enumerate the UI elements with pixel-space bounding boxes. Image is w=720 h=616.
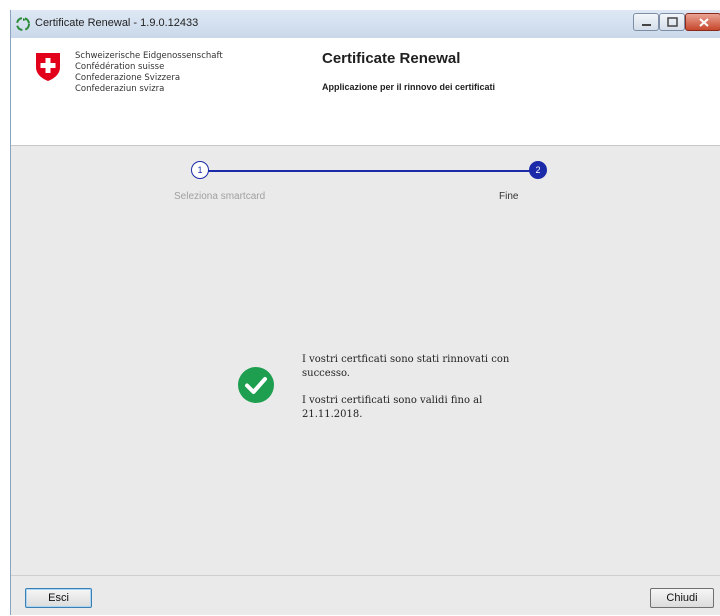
swiss-cross-icon (36, 53, 60, 81)
success-message: I vostri certficati sono stati rinnovati… (302, 354, 510, 379)
window-title: Certificate Renewal - 1.9.0.12433 (35, 17, 199, 29)
app-title: Certificate Renewal (322, 50, 461, 67)
close-window-button[interactable] (685, 13, 720, 31)
validity-message: I vostri certificati sono validi fino al… (302, 395, 483, 420)
close-icon (699, 18, 709, 27)
step-1-label: Seleziona smartcard (174, 191, 266, 202)
minimize-button[interactable] (633, 13, 659, 31)
result-panel: I vostri certficati sono stati rinnovati… (11, 215, 720, 575)
title-bar[interactable]: Certificate Renewal - 1.9.0.12433 (11, 10, 720, 39)
wizard-stepper: 1 2 Seleziona smartcard Fine (11, 145, 720, 215)
maximize-button[interactable] (659, 13, 685, 31)
agency-name: Schweizerische Eidgenossenschaft Confédé… (75, 51, 223, 95)
recycle-icon (16, 17, 30, 31)
agency-line: Schweizerische Eidgenossenschaft (75, 51, 223, 61)
result-message: I vostri certficati sono stati rinnovati… (302, 353, 532, 435)
success-check-icon (238, 367, 274, 403)
button-bar: Esci Chiudi (11, 575, 720, 616)
stepper-progress-line (207, 170, 540, 172)
step-2-indicator: 2 (529, 161, 547, 179)
agency-line: Confederazione Svizzera (75, 73, 181, 83)
step-1-indicator: 1 (191, 161, 209, 179)
agency-line: Confédération suisse (75, 62, 165, 72)
maximize-icon (667, 17, 678, 27)
exit-button[interactable]: Esci (25, 588, 92, 608)
app-header: Schweizerische Eidgenossenschaft Confédé… (11, 38, 720, 146)
minimize-icon (642, 24, 651, 26)
app-subtitle: Applicazione per il rinnovo dei certific… (322, 82, 496, 92)
step-2-label: Fine (499, 191, 519, 202)
certificate-renewal-window: Certificate Renewal - 1.9.0.12433 Schwei… (10, 10, 720, 615)
close-button[interactable]: Chiudi (650, 588, 714, 608)
agency-line: Confederaziun svizra (75, 84, 165, 94)
